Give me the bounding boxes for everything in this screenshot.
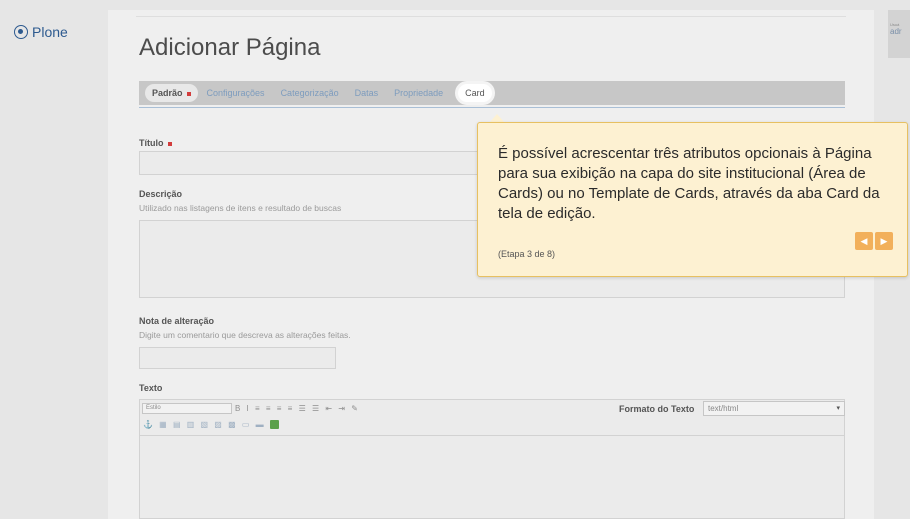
tour-next-button[interactable]: ▶ (875, 232, 893, 250)
texto-label: Texto (139, 383, 163, 393)
titulo-label: Título (139, 138, 172, 148)
tab-card[interactable]: Card (458, 84, 492, 102)
nota-label: Nota de alteração (139, 316, 215, 326)
plone-logo[interactable]: Plone (14, 24, 68, 40)
tabs-underline (139, 107, 845, 108)
caret-left-icon: ◀ (860, 236, 868, 246)
page-title: Adicionar Página (139, 34, 321, 61)
rich-text-editor[interactable]: Estilo B I ≡ ≡ ≡ ≡ ☰ ☰ ⇤ ⇥ ✎ ⚓ ▦ ▤ ▥ ▧ ▨… (139, 399, 845, 519)
tour-step-counter: (Etapa 3 de 8) (498, 249, 556, 259)
descricao-help: Utilizado nas listagens de itens e resul… (139, 203, 342, 213)
tour-nav: ◀ ▶ (855, 232, 893, 250)
caret-right-icon: ▶ (880, 236, 888, 246)
form-tabs: Padrão Configurações Categorização Datas… (139, 81, 845, 105)
chevron-down-icon: ▾ (836, 405, 840, 412)
tab-propriedade[interactable]: Propriedade (387, 84, 450, 102)
tab-configuracoes[interactable]: Configurações (200, 84, 272, 102)
required-marker (167, 141, 172, 146)
tour-popover: É possível acrescentar três atributos op… (477, 114, 908, 277)
divider (136, 16, 846, 17)
plone-logo-text: Plone (32, 24, 68, 40)
insert-icons[interactable]: ⚓ ▦ ▤ ▥ ▧ ▨ ▩ ▭ ▬ (143, 420, 279, 430)
user-name: adr (890, 27, 902, 36)
nota-input[interactable] (139, 347, 336, 369)
tab-datas[interactable]: Datas (348, 84, 386, 102)
nota-help: Digite um comentario que descreva as alt… (139, 330, 351, 340)
editor-toolbar: Estilo B I ≡ ≡ ≡ ≡ ☰ ☰ ⇤ ⇥ ✎ ⚓ ▦ ▤ ▥ ▧ ▨… (140, 400, 845, 436)
fullscreen-icon[interactable] (269, 420, 279, 430)
tour-box: É possível acrescentar três atributos op… (477, 122, 908, 277)
plone-logo-icon (14, 25, 28, 39)
tour-prev-button[interactable]: ◀ (855, 232, 873, 250)
style-select[interactable]: Estilo (142, 403, 232, 414)
formatting-icons[interactable]: B I ≡ ≡ ≡ ≡ ☰ ☰ ⇤ ⇥ ✎ (235, 404, 360, 413)
tab-padrao[interactable]: Padrão (145, 84, 198, 102)
required-marker (186, 91, 191, 96)
user-menu[interactable]: Usuá adr (888, 10, 910, 58)
formato-select[interactable]: text/html ▾ (703, 401, 845, 416)
descricao-label: Descrição (139, 189, 183, 199)
formato-label: Formato do Texto (619, 404, 695, 414)
tour-message: É possível acrescentar três atributos op… (498, 145, 880, 222)
tab-categorizacao[interactable]: Categorização (274, 84, 346, 102)
